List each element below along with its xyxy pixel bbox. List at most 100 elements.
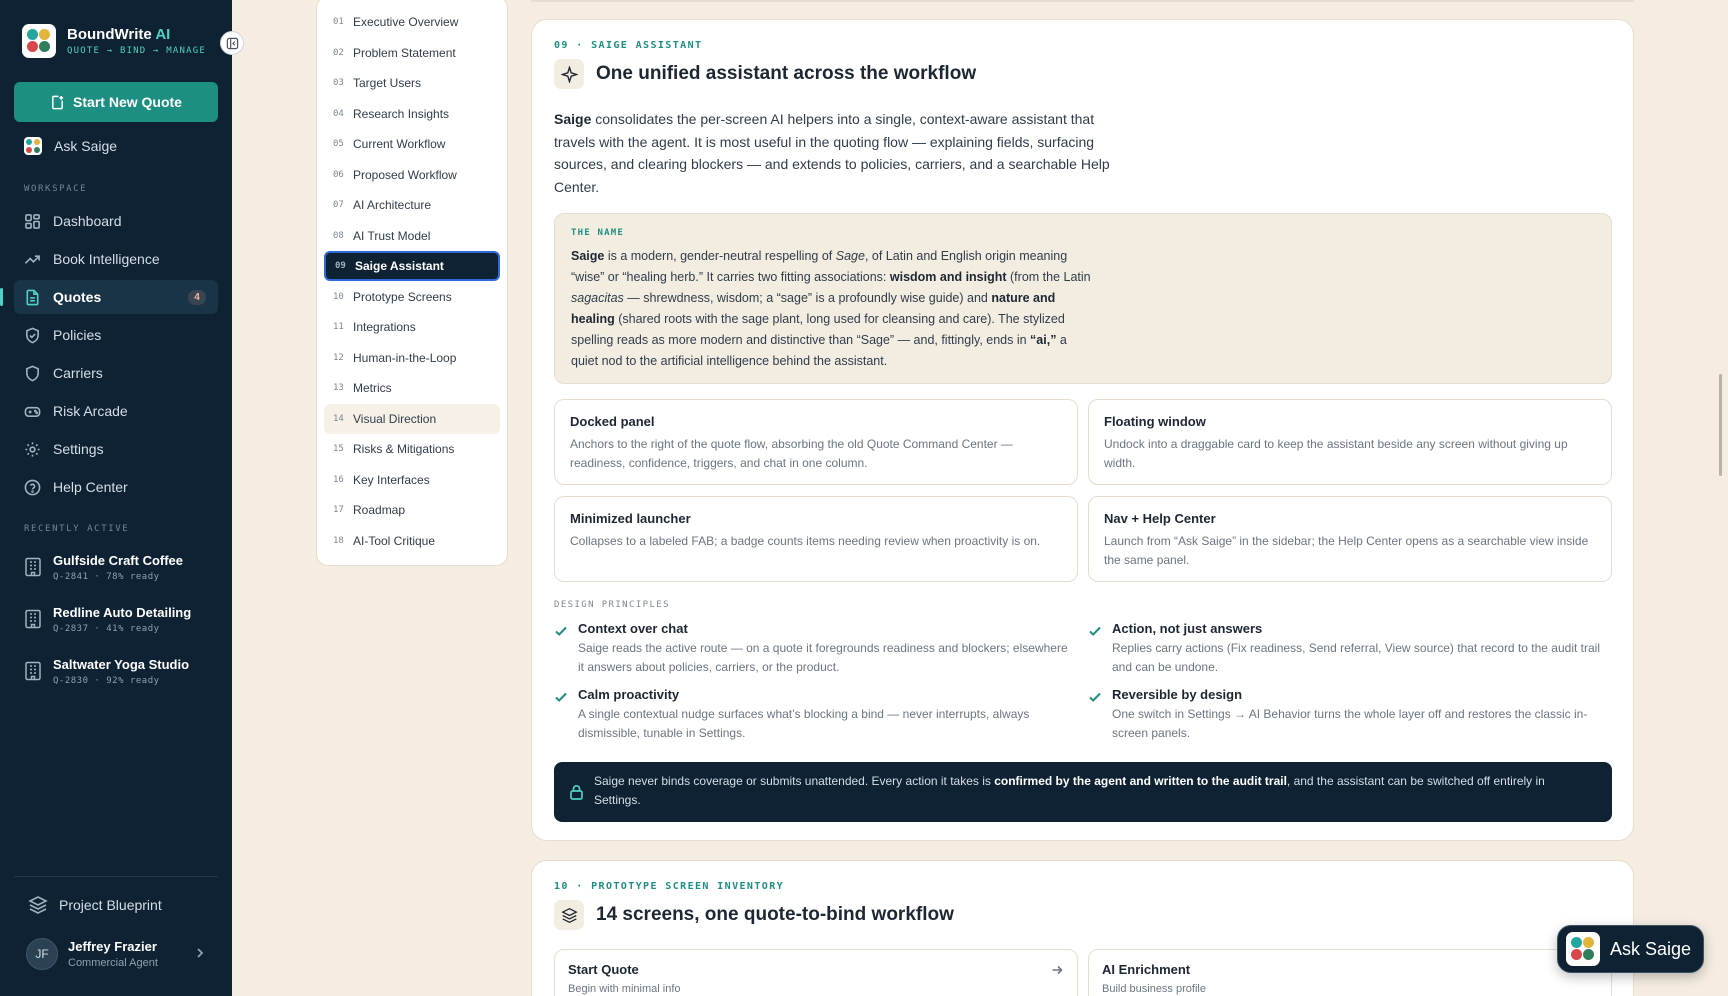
toc-item[interactable]: 07 AI Architecture bbox=[324, 190, 500, 220]
project-blueprint-link[interactable]: Project Blueprint bbox=[28, 895, 162, 915]
toc-item[interactable]: 17 Roadmap bbox=[324, 495, 500, 525]
toc-item[interactable]: 18 AI-Tool Critique bbox=[324, 526, 500, 556]
gamepad-icon bbox=[24, 406, 41, 417]
toc-item[interactable]: 04 Research Insights bbox=[324, 99, 500, 129]
toc-label: Risks & Mitigations bbox=[353, 442, 455, 456]
toc-item[interactable]: 05 Current Workflow bbox=[324, 129, 500, 159]
user-profile[interactable]: JF Jeffrey Frazier Commercial Agent bbox=[26, 938, 206, 970]
toc-number: 04 bbox=[333, 108, 344, 119]
section-eyebrow: 09 · SAIGE ASSISTANT bbox=[554, 40, 703, 51]
avatar: JF bbox=[26, 938, 58, 970]
name-description: Saige is a modern, gender-neutral respel… bbox=[571, 249, 1091, 368]
recent-quote-item[interactable]: Gulfside Craft Coffee Q-2841 · 78% ready bbox=[24, 553, 220, 582]
mode-card-minimized-launcher: Minimized launcher Collapses to a labele… bbox=[554, 496, 1078, 582]
sidebar-item-help-center[interactable]: Help Center bbox=[14, 470, 218, 504]
toc-number: 11 bbox=[333, 322, 344, 332]
start-new-quote-button[interactable]: Start New Quote bbox=[14, 82, 218, 122]
toc-number: 03 bbox=[333, 78, 344, 88]
building-icon bbox=[25, 557, 41, 577]
toc-number: 09 bbox=[335, 261, 346, 271]
principle-item: Action, not just answers Replies carry ac… bbox=[1088, 621, 1608, 677]
sidebar-item-dashboard[interactable]: Dashboard bbox=[14, 204, 218, 238]
chevron-right-icon bbox=[197, 948, 204, 958]
trend-icon bbox=[24, 254, 40, 264]
toc-number: 05 bbox=[333, 139, 344, 149]
toc-number: 17 bbox=[333, 505, 344, 515]
toc-number: 10 bbox=[333, 291, 344, 302]
toc-item[interactable]: 08 AI Trust Model bbox=[324, 221, 500, 251]
toc-label: Target Users bbox=[353, 76, 422, 90]
toc-item[interactable]: 10 Prototype Screens bbox=[324, 282, 500, 312]
toc-label: Roadmap bbox=[353, 503, 406, 517]
toc-item[interactable]: 03 Target Users bbox=[324, 68, 500, 98]
toc-number: 13 bbox=[333, 383, 344, 393]
toc-item[interactable]: 11 Integrations bbox=[324, 312, 500, 342]
toc-label: Visual Direction bbox=[353, 411, 437, 426]
grid-icon bbox=[25, 213, 40, 229]
section-eyebrow: 10 · PROTOTYPE SCREEN INVENTORY bbox=[554, 881, 785, 892]
screen-card-start-quote[interactable]: Start Quote Begin with minimal info bbox=[554, 949, 1078, 996]
toc-label: Prototype Screens bbox=[353, 289, 452, 304]
sidebar-item-ask-saige[interactable]: Ask Saige bbox=[14, 129, 218, 163]
saige-logo-icon bbox=[1566, 932, 1600, 966]
toc-label: Metrics bbox=[353, 381, 392, 395]
brand[interactable]: BoundWrite AI QUOTE → BIND → MANAGE bbox=[22, 24, 206, 58]
recent-quote-item[interactable]: Saltwater Yoga Studio Q-2830 · 92% ready bbox=[24, 657, 220, 686]
toc-number: 16 bbox=[333, 474, 344, 485]
section-prototype-screens: 10 · PROTOTYPE SCREEN INVENTORY 14 scree… bbox=[531, 860, 1634, 996]
toc-number: 06 bbox=[333, 169, 344, 180]
building-icon bbox=[25, 661, 41, 681]
sidebar-item-book-intelligence[interactable]: Book Intelligence bbox=[14, 242, 218, 276]
check-icon bbox=[555, 626, 567, 636]
screen-card-ai-enrichment[interactable]: AI Enrichment Build business profile bbox=[1088, 949, 1612, 996]
sidebar-divider bbox=[14, 876, 218, 877]
name-origin-box: THE NAME Saige is a modern, gender-neutr… bbox=[554, 213, 1612, 384]
check-icon bbox=[1089, 626, 1101, 636]
toc-item[interactable]: 13 Metrics bbox=[324, 373, 500, 403]
brand-tagline: QUOTE → BIND → MANAGE bbox=[67, 46, 206, 56]
toc-item[interactable]: 01 Executive Overview bbox=[324, 7, 500, 37]
section-title: 14 screens, one quote-to-bind workflow bbox=[596, 904, 954, 925]
workspace-label: WORKSPACE bbox=[24, 184, 88, 194]
saige-logo-icon bbox=[24, 137, 42, 155]
toc-number: 02 bbox=[333, 47, 344, 58]
toc-label: Integrations bbox=[353, 320, 416, 334]
toc-label: Executive Overview bbox=[353, 15, 459, 29]
toc-item[interactable]: 02 Problem Statement bbox=[324, 38, 500, 68]
toc-label: Human-in-the-Loop bbox=[353, 350, 457, 365]
brand-name: BoundWrite AI bbox=[67, 26, 171, 43]
section-saige-assistant: 09 · SAIGE ASSISTANT One unified assista… bbox=[531, 19, 1634, 841]
toc-number: 18 bbox=[333, 535, 344, 546]
mode-card-nav-help-center: Nav + Help Center Launch from “Ask Saige… bbox=[1088, 496, 1612, 582]
toc-label: Problem Statement bbox=[353, 45, 456, 60]
principle-item: Context over chat Saige reads the active … bbox=[554, 621, 1074, 677]
section-heading: 14 screens, one quote-to-bind workflow bbox=[554, 900, 954, 930]
toc-item[interactable]: 12 Human-in-the-Loop bbox=[324, 343, 500, 373]
new-document-icon bbox=[52, 95, 64, 109]
quotes-count-badge: 4 bbox=[188, 289, 206, 305]
mode-card-floating-window: Floating window Undock into a draggable … bbox=[1088, 399, 1612, 485]
ask-saige-fab[interactable]: Ask Saige bbox=[1557, 925, 1704, 973]
page-scrollbar[interactable] bbox=[1719, 374, 1722, 476]
sidebar-item-settings[interactable]: Settings bbox=[14, 432, 218, 466]
lock-icon bbox=[570, 785, 583, 800]
toc-item[interactable]: 09 Saige Assistant bbox=[324, 251, 500, 281]
toc-item[interactable]: 14 Visual Direction bbox=[324, 403, 500, 434]
sidebar-item-quotes[interactable]: Quotes 4 bbox=[14, 280, 218, 314]
sidebar-item-policies[interactable]: Policies bbox=[14, 318, 218, 352]
sidebar-item-carriers[interactable]: Carriers bbox=[14, 356, 218, 390]
sidebar-item-risk-arcade[interactable]: Risk Arcade bbox=[14, 394, 218, 428]
toc-item[interactable]: 15 Risks & Mitigations bbox=[324, 434, 500, 464]
building-icon bbox=[25, 609, 41, 629]
recent-quote-item[interactable]: Redline Auto Detailing Q-2837 · 41% read… bbox=[24, 605, 220, 634]
toc-item[interactable]: 06 Proposed Workflow bbox=[324, 160, 500, 190]
sidebar-collapse-icon bbox=[226, 37, 238, 49]
section-intro: Saige consolidates the per-screen AI hel… bbox=[554, 111, 1110, 195]
toc-number: 01 bbox=[333, 17, 344, 27]
recently-active-label: RECENTLY ACTIVE bbox=[24, 524, 130, 534]
toc-label: Current Workflow bbox=[353, 137, 446, 151]
name-label: THE NAME bbox=[571, 228, 624, 238]
sparkle-icon bbox=[554, 59, 584, 89]
toc-item[interactable]: 16 Key Interfaces bbox=[324, 465, 500, 495]
collapse-sidebar-button[interactable] bbox=[220, 31, 244, 55]
